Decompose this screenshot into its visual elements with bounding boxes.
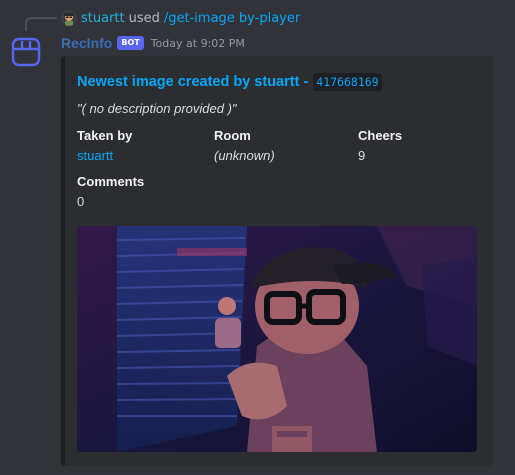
field-value: 9 xyxy=(358,148,366,163)
image-id-code[interactable]: 417668169 xyxy=(313,73,382,91)
field-comments: Comments 0 xyxy=(77,172,144,212)
embed-description: "( no description provided )" xyxy=(77,101,237,116)
embed-card: Newest image created by stuartt - 417668… xyxy=(61,56,493,466)
message-header: RecInfo BOT Today at 9:02 PM xyxy=(61,33,245,53)
field-room: Room (unknown) xyxy=(214,126,275,166)
field-cheers: Cheers 9 xyxy=(358,126,402,166)
embed-title-text[interactable]: Newest image created by stuartt - xyxy=(77,74,308,90)
field-value-link[interactable]: stuartt xyxy=(77,146,132,166)
reply-used-text: used xyxy=(128,10,160,26)
field-name: Comments xyxy=(77,174,145,189)
bot-tag: BOT xyxy=(117,36,144,50)
message-timestamp[interactable]: Today at 9:02 PM xyxy=(151,37,245,50)
author-name[interactable]: RecInfo xyxy=(61,35,112,51)
reply-username[interactable]: stuartt xyxy=(81,11,125,26)
chat-message: stuartt used /get-image by-player RecInf… xyxy=(0,0,515,475)
reply-spine xyxy=(25,17,57,31)
embed-title[interactable]: Newest image created by stuartt - 417668… xyxy=(77,73,382,91)
user-avatar-icon[interactable] xyxy=(61,10,77,26)
field-name: Room xyxy=(214,128,251,143)
embed-photo[interactable] xyxy=(77,226,477,452)
field-value: 0 xyxy=(77,194,85,209)
recinfo-logo-icon[interactable] xyxy=(10,36,42,68)
field-name: Cheers xyxy=(358,128,403,143)
reply-header[interactable]: stuartt used /get-image by-player xyxy=(61,9,300,27)
field-value: (unknown) xyxy=(214,148,275,163)
field-name: Taken by xyxy=(77,128,133,143)
reply-command[interactable]: /get-image by-player xyxy=(164,11,300,26)
field-taken-by: Taken by stuartt xyxy=(77,126,132,166)
